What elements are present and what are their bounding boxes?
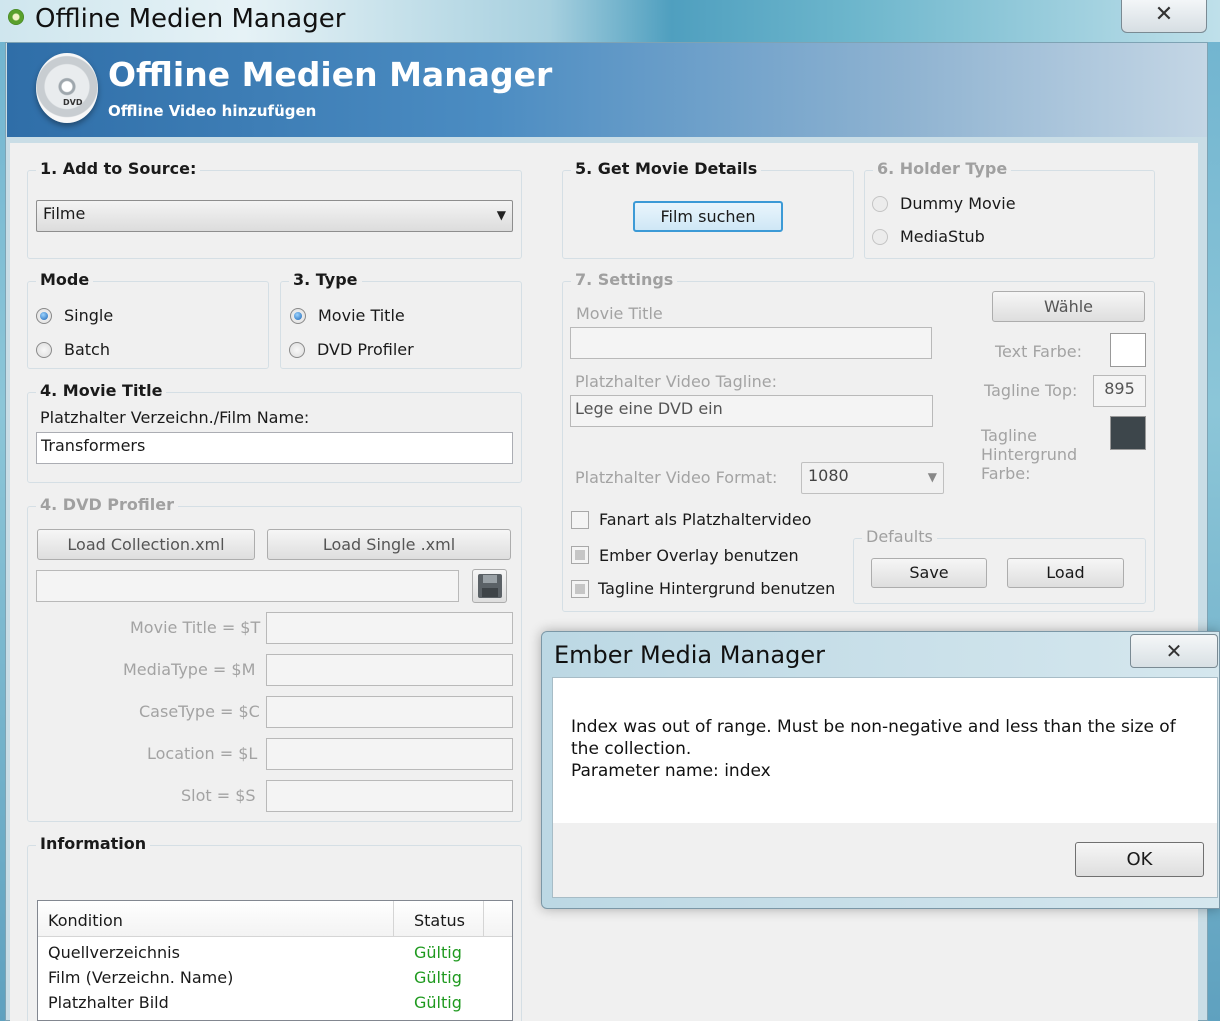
table-row-condition: Platzhalter Bild xyxy=(48,993,169,1012)
holder-dummy-movie-radio[interactable] xyxy=(872,196,888,212)
load-collection-button[interactable]: Load Collection.xml xyxy=(37,529,255,560)
dialog-message: Index was out of range. Must be non-nega… xyxy=(571,717,1176,781)
dvd-profiler-legend: 4. DVD Profiler xyxy=(36,495,178,514)
banner-title: Offline Medien Manager xyxy=(108,55,553,94)
tagline-top-label: Tagline Top: xyxy=(984,381,1078,400)
text-color-swatch[interactable] xyxy=(1110,333,1146,367)
source-legend: 1. Add to Source: xyxy=(36,159,201,178)
mode-batch-label[interactable]: Batch xyxy=(64,340,110,359)
mode-batch-radio[interactable] xyxy=(36,342,52,358)
dialog-ok-button[interactable]: OK xyxy=(1075,842,1204,877)
dvd-slot-input[interactable] xyxy=(266,780,513,812)
video-format-label: Platzhalter Video Format: xyxy=(575,468,778,487)
mode-single-radio[interactable] xyxy=(36,308,52,324)
dvd-mediatype-input[interactable] xyxy=(266,654,513,686)
holder-type-legend: 6. Holder Type xyxy=(873,159,1012,178)
dvd-mediatype-label: MediaType = $M xyxy=(123,660,256,679)
dvd-location-label: Location = $L xyxy=(147,744,258,763)
ember-overlay-checkbox[interactable] xyxy=(571,546,589,564)
movie-title-field-label: Platzhalter Verzeichn./Film Name: xyxy=(40,408,310,427)
dialog-title: Ember Media Manager xyxy=(554,641,825,669)
window-title: Offline Medien Manager xyxy=(35,4,346,34)
defaults-load-button[interactable]: Load xyxy=(1007,558,1124,588)
load-single-button[interactable]: Load Single .xml xyxy=(267,529,511,560)
tagline-label: Platzhalter Video Tagline: xyxy=(575,372,778,391)
save-disk-button[interactable] xyxy=(472,569,507,603)
defaults-legend: Defaults xyxy=(862,527,937,546)
type-dvd-profiler-radio[interactable] xyxy=(289,342,305,358)
dvd-casetype-label: CaseType = $C xyxy=(139,702,260,721)
dvd-title-label: Movie Title = $T xyxy=(130,618,261,637)
table-row-status: Gültig xyxy=(414,943,462,962)
movie-title-legend: 4. Movie Title xyxy=(36,381,167,400)
tagline-bg-checkbox-label[interactable]: Tagline Hintergrund benutzen xyxy=(598,579,835,598)
dvd-casetype-input[interactable] xyxy=(266,696,513,728)
table-row-status: Gültig xyxy=(414,968,462,987)
tagline-top-input[interactable]: 895 xyxy=(1093,375,1146,407)
dropdown-arrow-icon: ▼ xyxy=(927,470,937,484)
banner-subtitle: Offline Video hinzufügen xyxy=(108,102,317,120)
holder-mediastub-label[interactable]: MediaStub xyxy=(900,227,985,246)
column-header-status[interactable]: Status xyxy=(414,911,465,930)
table-row-status: Gültig xyxy=(414,993,462,1012)
type-movie-title-radio[interactable] xyxy=(290,308,306,324)
fanart-checkbox[interactable] xyxy=(571,511,589,529)
dvd-profiler-path-input[interactable] xyxy=(36,570,459,602)
mode-single-label[interactable]: Single xyxy=(64,306,113,325)
video-format-dropdown[interactable]: 1080 ▼ xyxy=(801,462,944,494)
dvd-logo-text: DVD xyxy=(63,98,83,107)
table-row-condition: Film (Verzeichn. Name) xyxy=(48,968,234,987)
text-color-label: Text Farbe: xyxy=(995,342,1082,361)
holder-dummy-movie-label[interactable]: Dummy Movie xyxy=(900,194,1016,213)
settings-movie-title-input[interactable] xyxy=(570,327,932,359)
choose-color-button[interactable]: Wähle xyxy=(992,291,1145,322)
defaults-save-button[interactable]: Save xyxy=(871,558,987,588)
column-divider xyxy=(393,901,394,937)
type-legend: 3. Type xyxy=(289,270,362,289)
settings-legend: 7. Settings xyxy=(571,270,678,289)
fanart-checkbox-label[interactable]: Fanart als Platzhaltervideo xyxy=(599,510,811,529)
app-icon xyxy=(8,9,24,25)
source-dropdown[interactable]: Filme ▼ xyxy=(36,200,513,232)
mode-legend: Mode xyxy=(36,270,94,289)
window-close-button[interactable]: ✕ xyxy=(1121,0,1207,33)
holder-mediastub-radio[interactable] xyxy=(872,229,888,245)
table-row-condition: Quellverzeichnis xyxy=(48,943,180,962)
movie-title-input[interactable]: Transformers xyxy=(36,432,513,464)
tagline-bg-checkbox[interactable] xyxy=(571,580,589,598)
ember-overlay-checkbox-label[interactable]: Ember Overlay benutzen xyxy=(599,546,799,565)
column-divider xyxy=(483,901,484,937)
type-dvd-profiler-label[interactable]: DVD Profiler xyxy=(317,340,414,359)
floppy-disk-icon xyxy=(477,574,502,598)
dropdown-arrow-icon: ▼ xyxy=(496,208,506,222)
source-selected: Filme xyxy=(43,204,86,223)
tagline-bg-label: Tagline Hintergrund Farbe: xyxy=(981,426,1078,483)
dvd-location-input[interactable] xyxy=(266,738,513,770)
film-search-button[interactable]: Film suchen xyxy=(633,201,783,232)
dvd-disc-icon xyxy=(36,53,98,123)
type-movie-title-label[interactable]: Movie Title xyxy=(318,306,405,325)
column-header-condition[interactable]: Kondition xyxy=(48,911,123,930)
dialog-close-button[interactable]: ✕ xyxy=(1130,634,1218,668)
tagline-input[interactable]: Lege eine DVD ein xyxy=(570,395,933,427)
tagline-bg-color-swatch[interactable] xyxy=(1110,416,1146,450)
dvd-title-input[interactable] xyxy=(266,612,513,644)
settings-movie-title-label: Movie Title xyxy=(576,304,663,323)
video-format-selected: 1080 xyxy=(808,466,849,485)
information-legend: Information xyxy=(36,834,151,853)
get-details-legend: 5. Get Movie Details xyxy=(571,159,762,178)
dvd-slot-label: Slot = $S xyxy=(181,786,256,805)
